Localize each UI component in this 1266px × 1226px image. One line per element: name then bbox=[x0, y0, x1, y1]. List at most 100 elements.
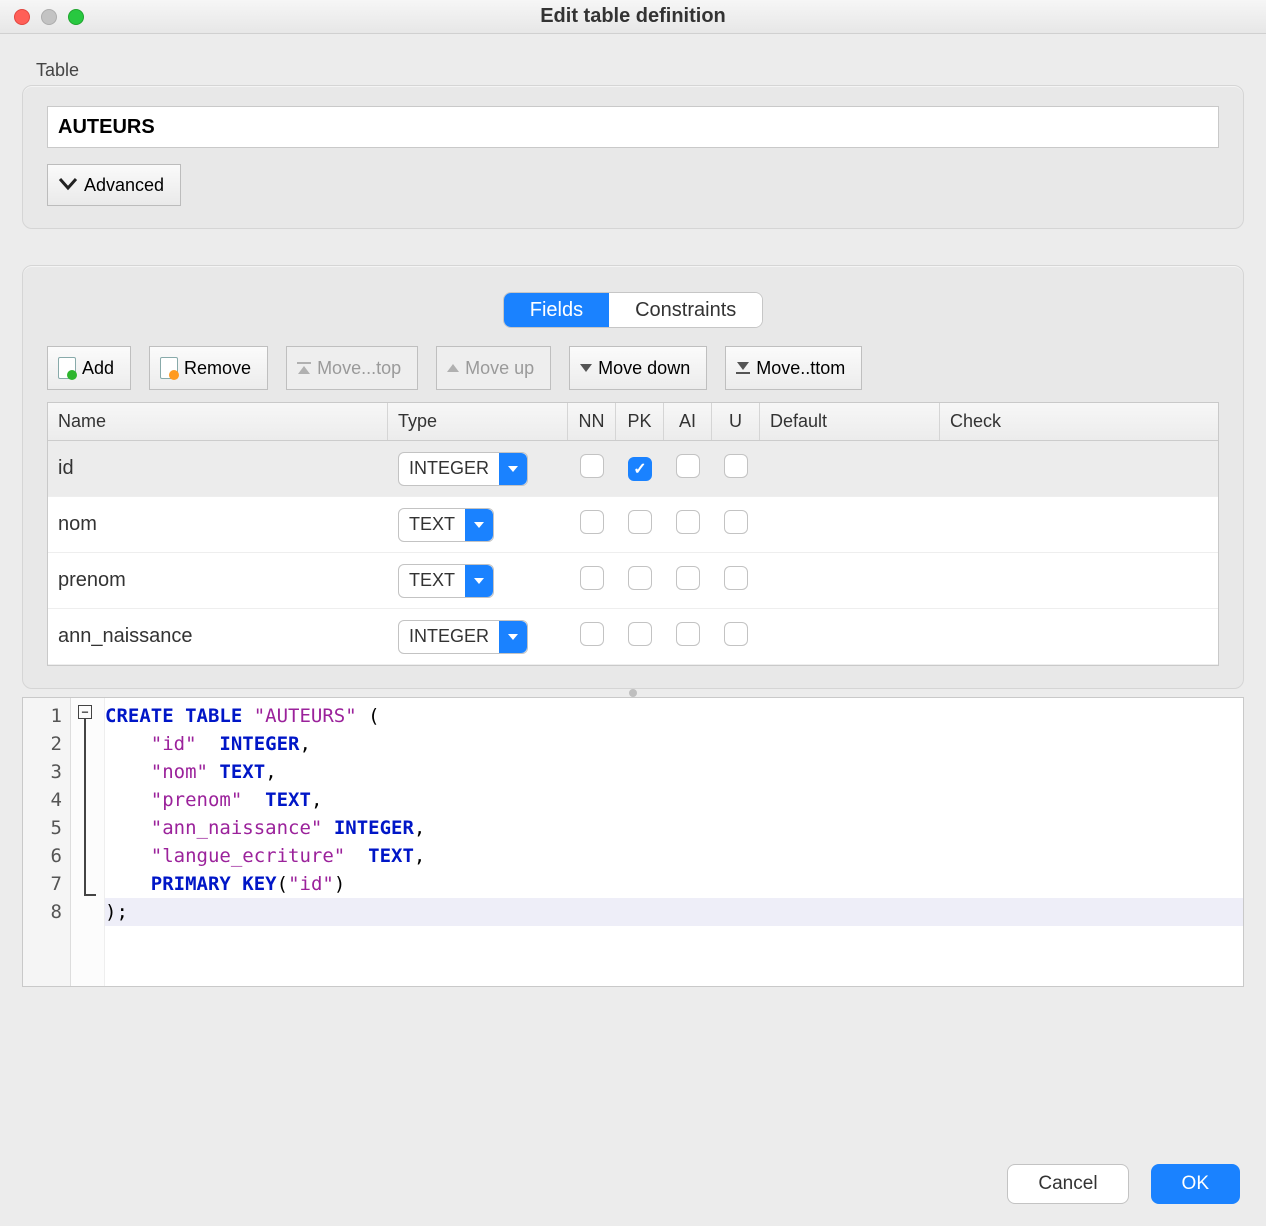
ai-checkbox[interactable] bbox=[676, 566, 700, 590]
chevron-down-icon bbox=[58, 175, 78, 196]
nn-checkbox[interactable] bbox=[580, 566, 604, 590]
sql-code[interactable]: CREATE TABLE "AUTEURS" ( "id" INTEGER, "… bbox=[105, 698, 1243, 986]
move-down-button[interactable]: Move down bbox=[569, 346, 707, 390]
ai-checkbox[interactable] bbox=[676, 510, 700, 534]
field-type-cell: TEXT bbox=[388, 508, 568, 542]
ai-checkbox[interactable] bbox=[676, 454, 700, 478]
ai-cell bbox=[664, 566, 712, 596]
move-bottom-button[interactable]: Move..ttom bbox=[725, 346, 862, 390]
pk-cell bbox=[616, 510, 664, 540]
remove-field-button[interactable]: Remove bbox=[149, 346, 268, 390]
col-u[interactable]: U bbox=[712, 403, 760, 440]
u-cell bbox=[712, 566, 760, 596]
window-title: Edit table definition bbox=[0, 5, 1266, 28]
pk-cell bbox=[616, 622, 664, 652]
ai-checkbox[interactable] bbox=[676, 622, 700, 646]
field-type-cell: TEXT bbox=[388, 564, 568, 598]
type-value: TEXT bbox=[399, 514, 465, 535]
pk-checkbox[interactable] bbox=[628, 566, 652, 590]
field-type-cell: INTEGER bbox=[388, 620, 568, 654]
field-type-cell: INTEGER bbox=[388, 452, 568, 486]
fields-grid: Name Type NN PK AI U Default Check id INT… bbox=[47, 402, 1219, 666]
dialog-footer: Cancel OK bbox=[1007, 1164, 1240, 1204]
nn-checkbox[interactable] bbox=[580, 510, 604, 534]
nn-cell bbox=[568, 510, 616, 540]
fold-column[interactable]: − bbox=[71, 698, 105, 986]
nn-cell bbox=[568, 566, 616, 596]
field-row[interactable]: ann_naissance INTEGER bbox=[48, 609, 1218, 665]
pk-checkbox[interactable] bbox=[628, 510, 652, 534]
advanced-label: Advanced bbox=[84, 175, 164, 196]
ai-cell bbox=[664, 622, 712, 652]
type-select[interactable]: INTEGER bbox=[398, 452, 528, 486]
ok-button[interactable]: OK bbox=[1151, 1164, 1240, 1204]
cancel-button[interactable]: Cancel bbox=[1007, 1164, 1128, 1204]
field-name-cell[interactable]: id bbox=[48, 457, 388, 480]
col-default[interactable]: Default bbox=[760, 403, 940, 440]
tab-constraints[interactable]: Constraints bbox=[609, 293, 762, 327]
pk-cell bbox=[616, 566, 664, 596]
type-select[interactable]: TEXT bbox=[398, 564, 494, 598]
col-name[interactable]: Name bbox=[48, 403, 388, 440]
table-section-label: Table bbox=[36, 60, 1244, 81]
move-bottom-icon bbox=[736, 362, 750, 374]
dropdown-arrow-icon[interactable] bbox=[465, 565, 493, 597]
u-checkbox[interactable] bbox=[724, 454, 748, 478]
add-label: Add bbox=[82, 358, 114, 379]
field-row[interactable]: nom TEXT bbox=[48, 497, 1218, 553]
col-nn[interactable]: NN bbox=[568, 403, 616, 440]
type-select[interactable]: INTEGER bbox=[398, 620, 528, 654]
move-top-button: Move...top bbox=[286, 346, 418, 390]
field-row[interactable]: prenom TEXT bbox=[48, 553, 1218, 609]
col-type[interactable]: Type bbox=[388, 403, 568, 440]
remove-label: Remove bbox=[184, 358, 251, 379]
fields-constraints-tabs: Fields Constraints bbox=[503, 292, 764, 328]
remove-document-icon bbox=[160, 357, 178, 379]
sql-editor[interactable]: 12345678 − CREATE TABLE "AUTEURS" ( "id"… bbox=[22, 697, 1244, 987]
fold-toggle-icon[interactable]: − bbox=[78, 705, 92, 719]
nn-checkbox[interactable] bbox=[580, 454, 604, 478]
move-top-label: Move...top bbox=[317, 358, 401, 379]
move-top-icon bbox=[297, 362, 311, 374]
col-pk[interactable]: PK bbox=[616, 403, 664, 440]
nn-cell bbox=[568, 622, 616, 652]
u-cell bbox=[712, 454, 760, 484]
add-field-button[interactable]: Add bbox=[47, 346, 131, 390]
table-panel: Advanced bbox=[22, 85, 1244, 229]
move-up-label: Move up bbox=[465, 358, 534, 379]
move-bottom-label: Move..ttom bbox=[756, 358, 845, 379]
ai-cell bbox=[664, 510, 712, 540]
u-checkbox[interactable] bbox=[724, 510, 748, 534]
line-gutter: 12345678 bbox=[23, 698, 71, 986]
fields-panel: Fields Constraints Add Remove Move...top… bbox=[22, 265, 1244, 689]
pk-checkbox[interactable] bbox=[628, 457, 652, 481]
u-checkbox[interactable] bbox=[724, 566, 748, 590]
type-value: INTEGER bbox=[399, 626, 499, 647]
col-check[interactable]: Check bbox=[940, 403, 1218, 440]
tab-fields[interactable]: Fields bbox=[504, 293, 609, 327]
move-up-icon bbox=[447, 364, 459, 372]
add-document-icon bbox=[58, 357, 76, 379]
dropdown-arrow-icon[interactable] bbox=[465, 509, 493, 541]
pk-checkbox[interactable] bbox=[628, 622, 652, 646]
col-ai[interactable]: AI bbox=[664, 403, 712, 440]
field-name-cell[interactable]: prenom bbox=[48, 569, 388, 592]
advanced-toggle-button[interactable]: Advanced bbox=[47, 164, 181, 206]
dropdown-arrow-icon[interactable] bbox=[499, 453, 527, 485]
titlebar: Edit table definition bbox=[0, 0, 1266, 34]
nn-cell bbox=[568, 454, 616, 484]
dropdown-arrow-icon[interactable] bbox=[499, 621, 527, 653]
move-down-icon bbox=[580, 364, 592, 372]
pk-cell bbox=[616, 457, 664, 481]
type-select[interactable]: TEXT bbox=[398, 508, 494, 542]
field-name-cell[interactable]: nom bbox=[48, 513, 388, 536]
splitter[interactable] bbox=[0, 689, 1266, 697]
move-down-label: Move down bbox=[598, 358, 690, 379]
field-name-cell[interactable]: ann_naissance bbox=[48, 625, 388, 648]
nn-checkbox[interactable] bbox=[580, 622, 604, 646]
table-name-input[interactable] bbox=[47, 106, 1219, 148]
u-checkbox[interactable] bbox=[724, 622, 748, 646]
type-value: INTEGER bbox=[399, 458, 499, 479]
fields-toolbar: Add Remove Move...top Move up Move down … bbox=[47, 346, 1219, 390]
field-row[interactable]: id INTEGER bbox=[48, 441, 1218, 497]
